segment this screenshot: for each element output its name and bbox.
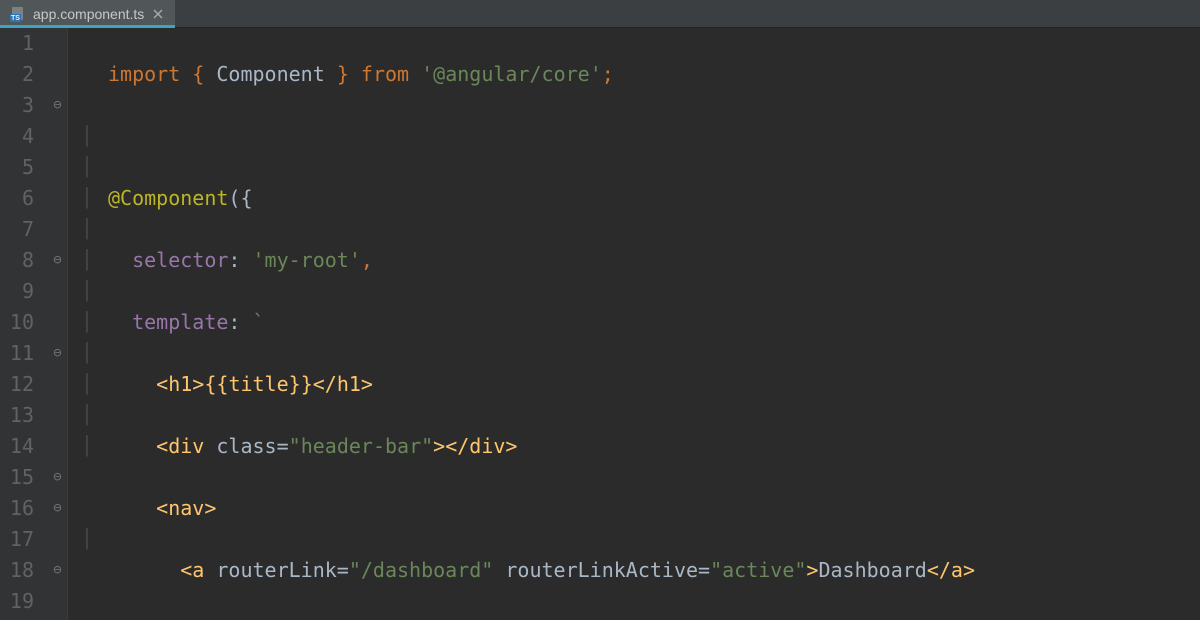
line-number: 11 [0, 338, 34, 369]
code-editor[interactable]: 1 2 3 4 5 6 7 8 9 10 11 12 13 14 15 16 1… [0, 28, 1200, 620]
code-area[interactable]: import { Component } from '@angular/core… [106, 28, 1200, 620]
code-line: @Component({ [108, 183, 1200, 214]
code-line: <a routerLink="/dashboard" routerLinkAct… [108, 555, 1200, 586]
line-number: 1 [0, 28, 34, 59]
editor-tab[interactable]: TS app.component.ts [0, 0, 175, 27]
line-number: 4 [0, 121, 34, 152]
line-number: 14 [0, 431, 34, 462]
line-number: 7 [0, 214, 34, 245]
tab-bar: TS app.component.ts [0, 0, 1200, 28]
fold-marker[interactable]: ⊖ [48, 245, 67, 276]
fold-marker [48, 121, 67, 152]
code-line: <h1>{{title}}</h1> [108, 369, 1200, 400]
line-number: 9 [0, 276, 34, 307]
code-line [108, 121, 1200, 152]
fold-marker [48, 307, 67, 338]
close-tab-icon[interactable] [151, 7, 165, 21]
fold-marker [48, 276, 67, 307]
fold-marker [48, 586, 67, 617]
line-number: 8 [0, 245, 34, 276]
fold-marker [48, 214, 67, 245]
fold-gutter: ⊖ ⊖ ⊖ ⊖ ⊖ ⊖ [48, 28, 68, 620]
svg-text:TS: TS [11, 15, 20, 22]
indent-guide: ││││ ││││ │││ │ [68, 28, 106, 620]
fold-marker [48, 431, 67, 462]
fold-marker[interactable]: ⊖ [48, 555, 67, 586]
line-number: 15 [0, 462, 34, 493]
fold-marker [48, 400, 67, 431]
line-number: 12 [0, 369, 34, 400]
tab-filename: app.component.ts [33, 6, 144, 22]
line-number-gutter: 1 2 3 4 5 6 7 8 9 10 11 12 13 14 15 16 1… [0, 28, 48, 620]
code-line: <nav> [108, 493, 1200, 524]
code-line: <div class="header-bar"></div> [108, 431, 1200, 462]
fold-marker [48, 59, 67, 90]
code-line: import { Component } from '@angular/core… [108, 59, 1200, 90]
fold-marker[interactable]: ⊖ [48, 462, 67, 493]
line-number: 16 [0, 493, 34, 524]
line-number: 5 [0, 152, 34, 183]
line-number: 2 [0, 59, 34, 90]
fold-marker[interactable]: ⊖ [48, 90, 67, 121]
fold-marker[interactable]: ⊖ [48, 493, 67, 524]
fold-marker [48, 183, 67, 214]
code-line: template: ` [108, 307, 1200, 338]
fold-marker [48, 152, 67, 183]
fold-marker [48, 369, 67, 400]
line-number: 13 [0, 400, 34, 431]
fold-marker [48, 28, 67, 59]
line-number: 10 [0, 307, 34, 338]
ts-file-icon: TS [10, 6, 26, 22]
line-number: 17 [0, 524, 34, 555]
line-number: 3 [0, 90, 34, 121]
line-number: 6 [0, 183, 34, 214]
line-number: 18 [0, 555, 34, 586]
code-line: selector: 'my-root', [108, 245, 1200, 276]
line-number: 19 [0, 586, 34, 617]
fold-marker[interactable]: ⊖ [48, 338, 67, 369]
fold-marker [48, 524, 67, 555]
